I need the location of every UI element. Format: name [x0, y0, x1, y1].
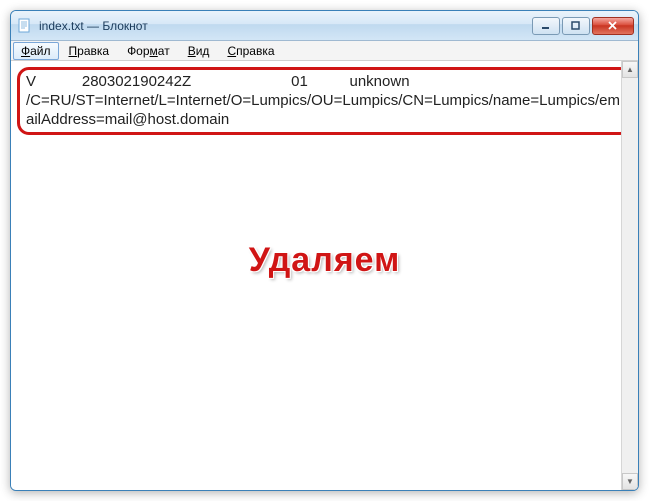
menu-format[interactable]: Формат	[119, 42, 178, 60]
minimize-button[interactable]	[532, 17, 560, 35]
menu-view[interactable]: Вид	[180, 42, 218, 60]
menu-edit-label: Правка	[69, 44, 110, 58]
text-area[interactable]: V 280302190242Z 01 unknown /C=RU/ST=Inte…	[11, 61, 638, 490]
menubar: Файл Правка Формат Вид Справка	[11, 41, 638, 61]
scroll-track[interactable]	[622, 78, 638, 473]
window-controls	[532, 17, 634, 35]
file-content-line1: V 280302190242Z 01 unknown	[26, 73, 623, 92]
menu-help-label: Справка	[227, 44, 274, 58]
notepad-window: index.txt — Блокнот Файл Правка Формат В…	[10, 10, 639, 491]
file-content-line2: /C=RU/ST=Internet/L=Internet/O=Lumpics/O…	[26, 92, 623, 130]
menu-edit[interactable]: Правка	[61, 42, 118, 60]
menu-view-label: Вид	[188, 44, 210, 58]
scroll-up-button[interactable]: ▲	[622, 61, 638, 78]
close-button[interactable]	[592, 17, 634, 35]
highlight-annotation: V 280302190242Z 01 unknown /C=RU/ST=Inte…	[17, 67, 632, 135]
delete-annotation-label: Удаляем	[11, 241, 638, 280]
app-icon	[17, 18, 33, 34]
window-title: index.txt — Блокнот	[37, 19, 532, 33]
titlebar[interactable]: index.txt — Блокнот	[11, 11, 638, 41]
menu-help[interactable]: Справка	[219, 42, 282, 60]
scroll-down-button[interactable]: ▼	[622, 473, 638, 490]
menu-file[interactable]: Файл	[13, 42, 59, 60]
menu-format-label: Формат	[127, 44, 170, 58]
menu-file-label: Файл	[21, 44, 51, 58]
maximize-button[interactable]	[562, 17, 590, 35]
vertical-scrollbar[interactable]: ▲ ▼	[621, 61, 638, 490]
